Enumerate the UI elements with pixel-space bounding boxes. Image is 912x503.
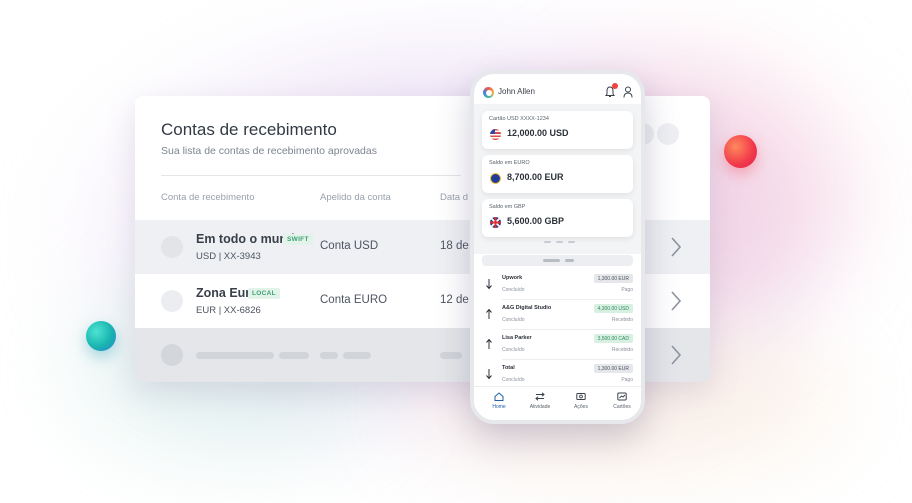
balance-amount: 8,700.00 EUR — [507, 172, 564, 182]
nav-label: Home — [492, 404, 506, 410]
balance-card[interactable]: Saldo em GBP 5,600.00 GBP — [482, 199, 633, 237]
transaction-type: Recebido — [611, 347, 633, 353]
sheet-handle-bar — [543, 259, 560, 262]
chevron-right-icon[interactable] — [669, 344, 683, 366]
transaction-amount: 4,300.00 USD — [593, 304, 633, 313]
transaction-row[interactable]: Upwork Concluído 1,300.00 EUR Pago — [474, 270, 641, 300]
money-icon — [576, 393, 586, 400]
balance-amount: 12,000.00 USD — [507, 128, 569, 138]
hero-illustration: Contas de recebimento Sua lista de conta… — [0, 0, 912, 503]
pager-dot — [556, 241, 563, 243]
account-date: 12 de — [440, 294, 469, 306]
transaction-row[interactable]: Lisa Parker Concluído 3,500.00 CAD Receb… — [474, 330, 641, 360]
decorative-teal-dot — [86, 321, 116, 351]
status-badge: SWIFT — [283, 234, 313, 245]
nav-label: Atividade — [529, 404, 551, 410]
nav-label: Cartões — [613, 404, 631, 410]
user-icon[interactable] — [623, 86, 633, 98]
transaction-name: Total — [502, 365, 515, 371]
pager-dot — [544, 241, 551, 243]
bottom-nav: Home Atividade Ações Cartões — [474, 386, 641, 420]
transaction-status: Concluído — [502, 287, 525, 293]
home-icon — [494, 392, 504, 401]
transaction-amount: 1,300.00 EUR — [593, 364, 633, 373]
transaction-amount: 1,300.00 EUR — [593, 274, 633, 283]
divider — [161, 175, 461, 176]
placeholder-avatar — [657, 123, 679, 145]
account-number: USD | XX-3943 — [196, 251, 261, 262]
transaction-name: Lisa Parker — [502, 335, 532, 341]
swap-arrows-icon — [535, 392, 545, 401]
skeleton-line — [440, 352, 462, 359]
nav-item-home[interactable]: Home — [479, 392, 519, 410]
balance-label: Cartão USD XXXX-1234 — [489, 116, 549, 122]
transaction-status: Concluído — [502, 377, 525, 383]
balance-amount: 5,600.00 GBP — [507, 216, 565, 226]
pager-dot — [568, 241, 575, 243]
balance-label: Saldo em EURO — [489, 160, 530, 166]
balance-card[interactable]: Saldo em EURO 8,700.00 EUR — [482, 155, 633, 193]
nav-item-cards[interactable]: Cartões — [602, 392, 641, 410]
skeleton-line — [279, 352, 309, 359]
chart-card-icon — [617, 392, 627, 401]
skeleton-line — [320, 352, 338, 359]
transaction-status: Concluído — [502, 317, 525, 323]
app-logo-icon — [483, 87, 494, 98]
chevron-right-icon[interactable] — [669, 236, 683, 258]
user-name: John Allen — [498, 87, 535, 96]
transaction-amount: 3,500.00 CAD — [593, 334, 633, 343]
skeleton-line — [196, 352, 274, 359]
balance-label: Saldo em GBP — [489, 204, 526, 210]
transaction-row[interactable]: A&G Digital Studio Concluído 4,300.00 US… — [474, 300, 641, 330]
account-avatar — [161, 236, 183, 258]
notification-dot — [612, 83, 618, 89]
us-flag-icon — [490, 129, 501, 140]
arrow-down-icon — [486, 279, 492, 290]
column-header-account: Conta de recebimento — [161, 192, 255, 203]
column-header-alias: Apelido da conta — [320, 192, 391, 203]
transaction-type: Recebido — [611, 317, 633, 323]
arrow-up-icon — [486, 338, 492, 349]
gb-flag-icon — [490, 217, 501, 228]
account-avatar — [161, 290, 183, 312]
account-date: 18 de — [440, 240, 469, 252]
account-alias: Conta EURO — [320, 294, 388, 306]
balance-card[interactable]: Cartão USD XXXX-1234 12,000.00 USD — [482, 111, 633, 149]
decorative-red-dot — [724, 135, 757, 168]
arrow-up-icon — [486, 308, 492, 319]
nav-item-actions[interactable]: Ações — [561, 392, 601, 410]
transaction-type: Pago — [621, 377, 633, 383]
account-number: EUR | XX-6826 — [196, 305, 261, 316]
sheet-handle-bar — [565, 259, 574, 262]
page-subtitle: Sua lista de contas de recebimento aprov… — [161, 145, 377, 157]
nav-item-activity[interactable]: Atividade — [520, 392, 560, 410]
page-title: Contas de recebimento — [161, 120, 337, 139]
status-badge: LOCAL — [248, 288, 280, 299]
skeleton-line — [343, 352, 371, 359]
column-header-date: Data d — [440, 192, 468, 203]
transaction-type: Pago — [621, 287, 633, 293]
nav-label: Ações — [574, 404, 588, 410]
eu-flag-icon — [490, 173, 501, 184]
account-alias: Conta USD — [320, 240, 379, 252]
transaction-name: A&G Digital Studio — [502, 305, 552, 311]
phone-mockup: John Allen Cartão USD XXXX-1234 12,000.0… — [470, 70, 645, 424]
transaction-name: Upwork — [502, 275, 523, 281]
transaction-status: Concluído — [502, 347, 525, 353]
chevron-right-icon[interactable] — [669, 290, 683, 312]
account-avatar — [161, 344, 183, 366]
arrow-down-icon — [486, 369, 492, 380]
